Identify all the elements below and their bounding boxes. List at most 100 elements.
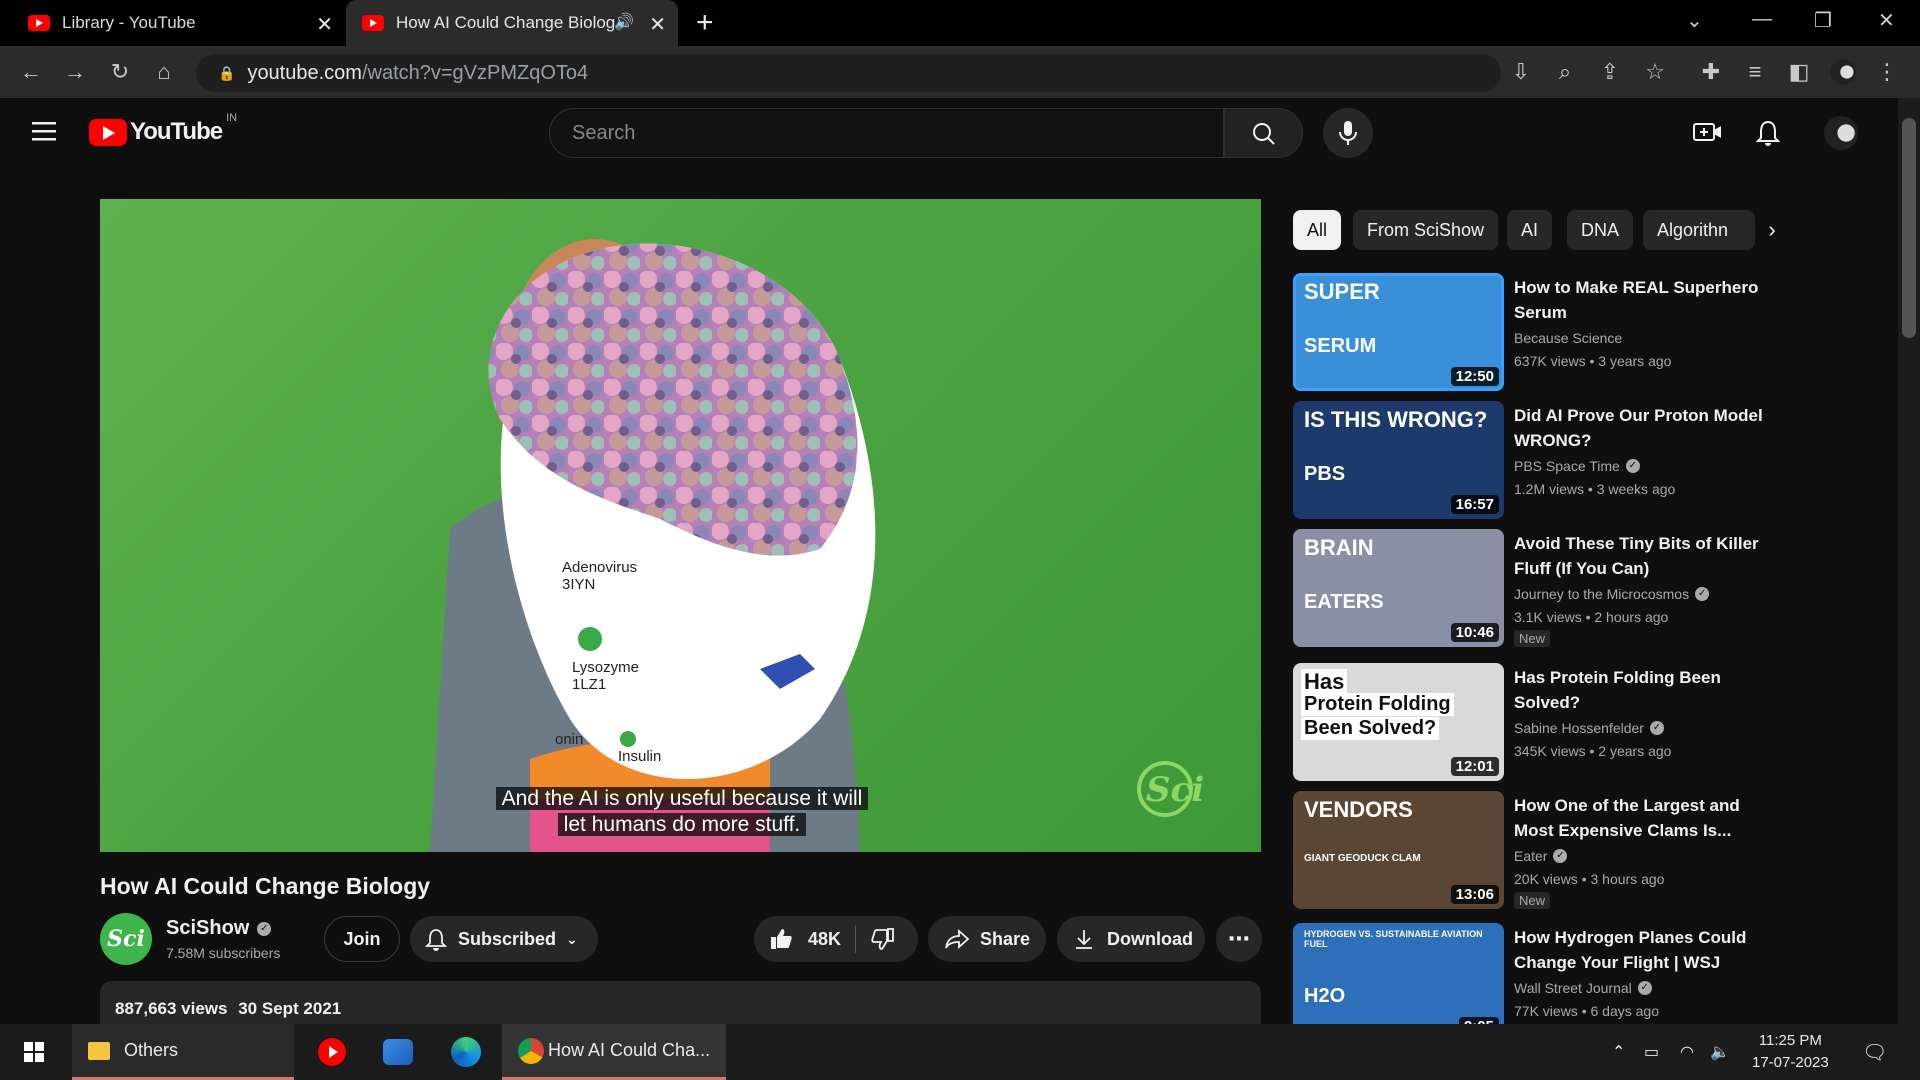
- address-bar[interactable]: 🔒 youtube.com /watch?v=gVzPMZqOTo4: [196, 54, 1501, 92]
- chip-dna[interactable]: DNA: [1567, 210, 1634, 250]
- thumbnail-text: SUPER: [1304, 279, 1380, 304]
- video-duration: 12:01: [1450, 757, 1499, 776]
- create-video-icon[interactable]: [1693, 120, 1723, 146]
- forward-icon[interactable]: →: [62, 59, 88, 85]
- recommendation-title[interactable]: Avoid These Tiny Bits of Killer Fluff (I…: [1514, 531, 1769, 581]
- recommendation-item[interactable]: Has Protein Folding Been Solved? 12:01 Has P…: [1293, 663, 1773, 781]
- video-thumbnail[interactable]: Has Protein Folding Been Solved? 12:01: [1293, 663, 1504, 781]
- download-button[interactable]: Download: [1057, 916, 1205, 962]
- recommendation-title[interactable]: How Hydrogen Planes Could Change Your Fl…: [1514, 925, 1769, 975]
- share-page-icon[interactable]: ⇪: [1597, 59, 1623, 85]
- more-actions-button[interactable]: ⋯: [1216, 916, 1262, 962]
- new-tab-button[interactable]: +: [696, 6, 714, 40]
- wifi-icon[interactable]: ◠: [1680, 1024, 1694, 1080]
- windows-start-icon[interactable]: [14, 1024, 54, 1080]
- tab-search-icon[interactable]: ⌄: [1686, 8, 1703, 33]
- video-thumbnail[interactable]: IS THIS WRONG? PBS 16:57: [1293, 401, 1504, 519]
- region-code: IN: [226, 112, 238, 124]
- chip-from-scishow[interactable]: From SciShow: [1353, 210, 1499, 250]
- like-button[interactable]: 48K: [768, 926, 841, 952]
- recommendation-channel-row[interactable]: Eater ✓: [1514, 848, 1568, 864]
- back-icon[interactable]: ←: [18, 59, 44, 85]
- taskbar-mail-icon[interactable]: [378, 1024, 418, 1080]
- recommendation-channel-row[interactable]: Because Science: [1514, 330, 1622, 346]
- video-player[interactable]: Adenovirus 3IYN Lysozyme 1LZ1 onin Insul…: [100, 199, 1261, 852]
- youtube-logo[interactable]: YouTube IN: [89, 112, 237, 146]
- view-count: 887,663 views: [115, 999, 228, 1018]
- close-window-button[interactable]: ✕: [1878, 8, 1895, 33]
- like-dislike-group: 48K: [754, 916, 918, 962]
- home-icon[interactable]: ⌂: [151, 59, 177, 85]
- recommendation-item[interactable]: BRAIN EATERS 10:46 Avoid These Tiny Bits of…: [1293, 529, 1773, 647]
- verified-icon: ✓: [1649, 721, 1664, 735]
- channel-name-row[interactable]: SciShow ✓: [166, 917, 272, 940]
- recommendation-title[interactable]: Has Protein Folding Been Solved?: [1514, 665, 1769, 715]
- join-button[interactable]: Join: [324, 916, 400, 962]
- chip-algorithm[interactable]: Algorithn: [1643, 210, 1755, 250]
- recommendation-channel: Sabine Hossenfelder: [1514, 720, 1644, 736]
- chip-all[interactable]: All: [1293, 210, 1342, 250]
- dislike-button[interactable]: [870, 926, 896, 952]
- notifications-bell-icon[interactable]: [1755, 119, 1781, 147]
- hamburger-menu-icon[interactable]: [32, 120, 58, 142]
- zoom-icon[interactable]: ⌕: [1552, 59, 1578, 85]
- video-thumbnail[interactable]: VENDORS GIANT GEODUCK CLAM 13:06: [1293, 791, 1504, 909]
- close-tab-icon[interactable]: ✕: [649, 12, 666, 37]
- taskbar-youtube-music-icon[interactable]: [312, 1024, 352, 1080]
- recommendation-item[interactable]: IS THIS WRONG? PBS 16:57 Did AI Prove Our P…: [1293, 401, 1773, 519]
- volume-icon[interactable]: 🔈: [1710, 1024, 1730, 1080]
- recommendation-channel: Because Science: [1514, 330, 1623, 346]
- profile-avatar-icon[interactable]: [1830, 59, 1856, 85]
- side-panel-icon[interactable]: ◧: [1786, 59, 1812, 85]
- channel-name[interactable]: SciShow: [166, 917, 249, 940]
- page-scrollbar[interactable]: [1898, 98, 1920, 1024]
- recommendation-title[interactable]: Did AI Prove Our Proton Model WRONG?: [1514, 403, 1769, 453]
- tab-active-video[interactable]: How AI Could Change Biolog 🔊 ✕: [346, 0, 678, 46]
- browser-menu-icon[interactable]: ⋮: [1874, 59, 1900, 85]
- recommendation-item[interactable]: SUPER SERUM 12:50 How to Make REAL Superher…: [1293, 273, 1773, 391]
- recommendation-channel-row[interactable]: Journey to the Microcosmos ✓: [1514, 586, 1710, 602]
- clock[interactable]: 11:25 PM 17-07-2023: [1752, 1024, 1829, 1080]
- media-control-icon[interactable]: ≡: [1742, 59, 1768, 85]
- share-button[interactable]: Share: [928, 916, 1046, 962]
- taskbar-edge-icon[interactable]: [446, 1024, 486, 1080]
- extensions-icon[interactable]: ✚: [1698, 59, 1724, 85]
- restore-button[interactable]: ❐: [1814, 8, 1832, 33]
- search-input[interactable]: Search: [549, 108, 1224, 158]
- bookmark-star-icon[interactable]: ☆: [1642, 59, 1668, 85]
- chevron-up-icon[interactable]: ⌃: [1612, 1024, 1625, 1080]
- thumbnail-text: VENDORS: [1304, 797, 1413, 822]
- video-thumbnail[interactable]: SUPER SERUM 12:50: [1293, 273, 1504, 391]
- close-tab-icon[interactable]: ✕: [316, 12, 333, 37]
- verified-icon: ✓: [257, 921, 272, 936]
- notification-center-icon[interactable]: 🗨: [1862, 1024, 1887, 1080]
- subscribed-label: Subscribed: [458, 928, 557, 949]
- subscribed-button[interactable]: Subscribed ⌄: [410, 916, 598, 962]
- youtube-favicon-icon: [28, 15, 50, 31]
- recommendation-channel-row[interactable]: Wall Street Journal ✓: [1514, 980, 1652, 996]
- account-avatar[interactable]: [1824, 116, 1858, 150]
- tab-library[interactable]: Library - YouTube ✕: [0, 0, 345, 46]
- speaker-icon[interactable]: 🔊: [614, 12, 634, 32]
- reload-icon[interactable]: ↻: [107, 59, 133, 85]
- chevron-right-icon[interactable]: ›: [1752, 210, 1792, 250]
- battery-icon[interactable]: ▭: [1644, 1024, 1659, 1080]
- channel-avatar[interactable]: Sci: [100, 913, 152, 965]
- taskbar-chrome-window[interactable]: How AI Could Cha...: [502, 1024, 726, 1080]
- scrollbar-thumb[interactable]: [1902, 118, 1916, 338]
- recommendation-title[interactable]: How to Make REAL Superhero Serum: [1514, 275, 1769, 325]
- recommendation-title[interactable]: How One of the Largest and Most Expensiv…: [1514, 793, 1769, 843]
- minimize-button[interactable]: —: [1752, 8, 1772, 31]
- chip-ai[interactable]: AI: [1507, 210, 1553, 250]
- install-app-icon[interactable]: ⇩: [1508, 59, 1534, 85]
- like-count: 48K: [808, 928, 842, 949]
- search-button[interactable]: [1224, 108, 1303, 158]
- video-thumbnail[interactable]: BRAIN EATERS 10:46: [1293, 529, 1504, 647]
- thumbnail-text: H2O: [1304, 985, 1346, 1007]
- recommendation-channel-row[interactable]: Sabine Hossenfelder ✓: [1514, 720, 1664, 736]
- recommendation-item[interactable]: VENDORS GIANT GEODUCK CLAM 13:06 How One of…: [1293, 791, 1773, 909]
- voice-search-button[interactable]: [1323, 108, 1373, 158]
- adenovirus-id-label: 3IYN: [562, 576, 595, 593]
- recommendation-channel-row[interactable]: PBS Space Time ✓: [1514, 458, 1640, 474]
- taskbar-file-explorer[interactable]: Others: [72, 1024, 294, 1080]
